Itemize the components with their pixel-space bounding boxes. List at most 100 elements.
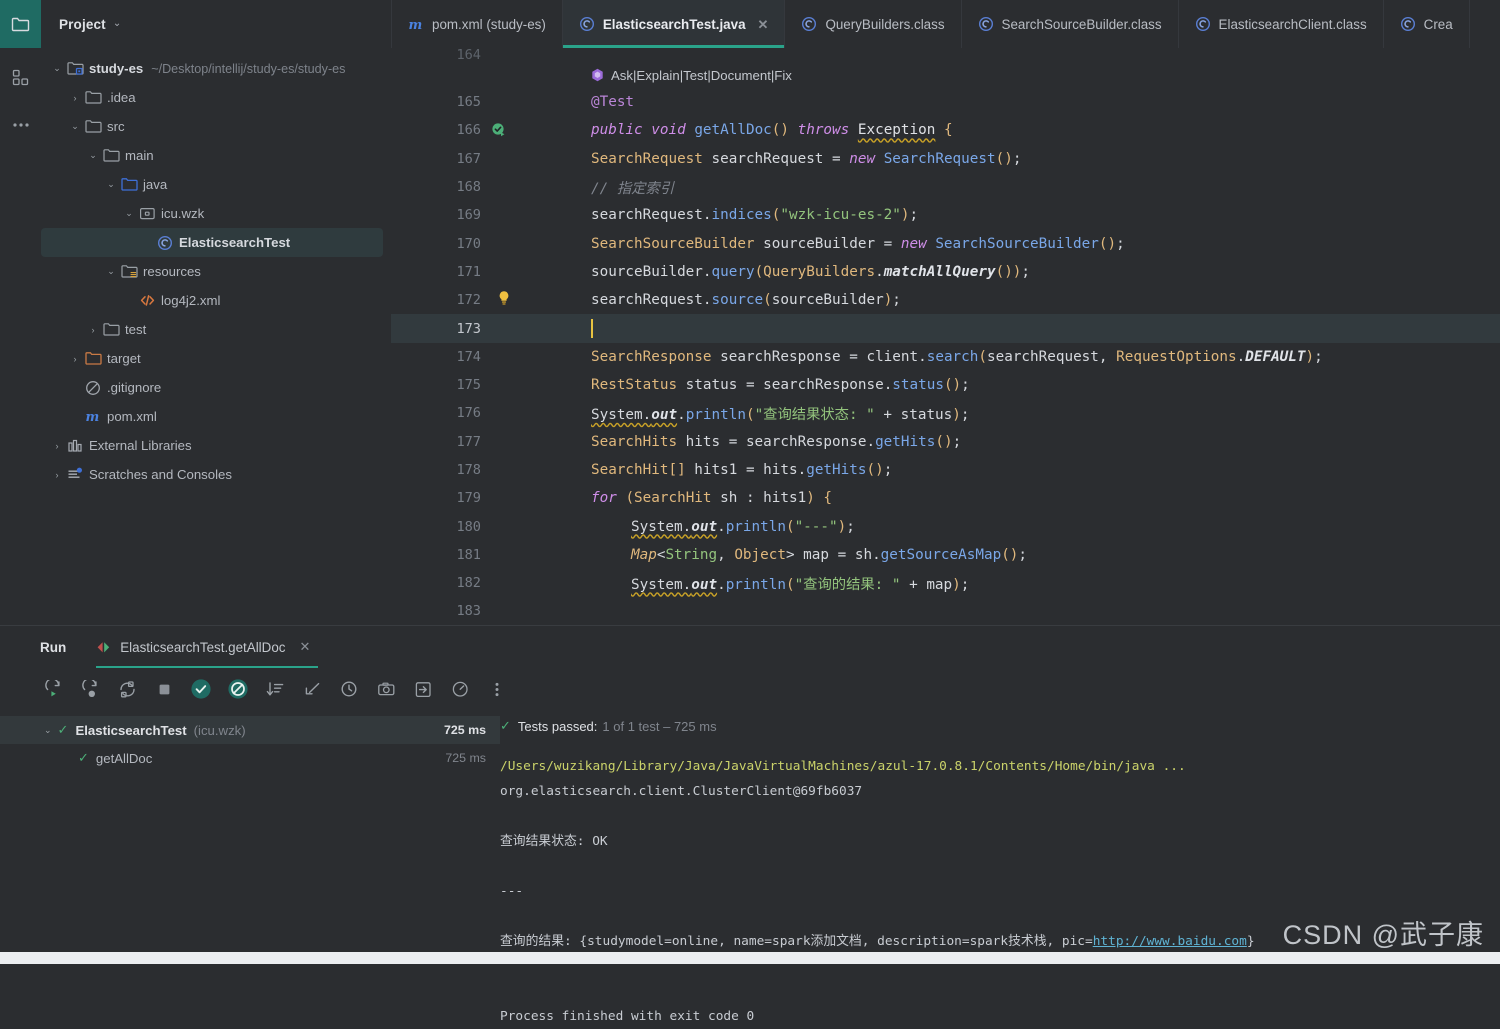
intention-bulb-icon[interactable] — [497, 290, 511, 310]
editor-tab-querybuilders-class[interactable]: QueryBuilders.class — [785, 0, 961, 48]
chevron-down-icon[interactable]: ⌄ — [121, 208, 137, 219]
top-bar: Project ⌄ mpom.xml (study-es) Elasticsea… — [0, 0, 1500, 48]
code-line-179[interactable]: 179for (SearchHit sh : hits1) { — [391, 484, 1500, 512]
code-line-177[interactable]: 177SearchHits hits = searchResponse.getH… — [391, 428, 1500, 456]
main-content-row: ⌄ study-es~/Desktop/intellij/study-es/st… — [0, 48, 1500, 625]
line-number: 181 — [391, 547, 491, 563]
code-line-174[interactable]: 174SearchResponse searchResponse = clien… — [391, 343, 1500, 371]
code-editor[interactable]: 164Ask|Explain|Test|Document|Fix165@Test… — [391, 48, 1500, 625]
tree-item-target[interactable]: › target — [41, 344, 391, 373]
code-line-172[interactable]: 172searchRequest.source(sourceBuilder); — [391, 286, 1500, 314]
more-options-icon[interactable] — [486, 678, 508, 700]
tree-item-pom-xml[interactable]: mpom.xml — [41, 402, 391, 431]
ai-action-test[interactable]: Test — [683, 68, 707, 83]
run-test-gutter-icon[interactable] — [491, 122, 507, 138]
code-text: // 指定索引 — [591, 177, 1500, 198]
tree-item-elasticsearchtest[interactable]: ElasticsearchTest — [41, 228, 383, 257]
import-tests-icon[interactable] — [412, 678, 434, 700]
close-icon[interactable]: ✕ — [758, 18, 769, 31]
ai-action-explain[interactable]: Explain — [636, 68, 679, 83]
chevron-down-icon[interactable]: ⌄ — [49, 63, 65, 74]
tree-item-scratches-and-consoles[interactable]: › Scratches and Consoles — [41, 460, 391, 489]
code-line-167[interactable]: 167SearchRequest searchRequest = new Sea… — [391, 145, 1500, 173]
chevron-down-icon[interactable]: ⌄ — [85, 150, 101, 161]
code-line-180[interactable]: 180System.out.println("---"); — [391, 512, 1500, 540]
chevron-right-icon[interactable]: › — [67, 93, 83, 103]
editor-tab-crea[interactable]: Crea — [1384, 0, 1470, 48]
profiler-icon[interactable] — [449, 678, 471, 700]
project-panel-header[interactable]: Project ⌄ — [41, 0, 391, 48]
code-line-173[interactable]: 173 — [391, 314, 1500, 342]
stop-icon[interactable] — [153, 678, 175, 700]
editor-tab-elasticsearchtest-java[interactable]: ElasticsearchTest.java✕ — [563, 0, 786, 48]
tree-item-label: src — [107, 119, 125, 134]
console-link[interactable]: http://www.baidu.com — [1093, 934, 1247, 949]
chevron-right-icon[interactable]: › — [49, 470, 65, 480]
chevron-down-icon[interactable]: ⌄ — [113, 19, 121, 29]
chevron-down-icon[interactable]: ⌄ — [44, 725, 52, 736]
tree-item-src[interactable]: ⌄ src — [41, 112, 391, 141]
code-line-182[interactable]: 182System.out.println("查询的结果: " + map); — [391, 569, 1500, 597]
tree-item-icu-wzk[interactable]: ⌄ icu.wzk — [41, 199, 391, 228]
line-number: 175 — [391, 377, 491, 393]
tree-item-resources[interactable]: ⌄ resources — [41, 257, 391, 286]
run-console[interactable]: ✓Tests passed:1 of 1 test – 725 ms/Users… — [500, 710, 1500, 1029]
ai-action-ask[interactable]: Ask — [611, 68, 633, 83]
chevron-down-icon[interactable]: ⌄ — [103, 179, 119, 190]
code-text: RestStatus status = searchResponse.statu… — [591, 377, 1500, 393]
tree-item-log4j2-xml[interactable]: log4j2.xml — [41, 286, 391, 315]
code-line-181[interactable]: 181Map<String, Object> map = sh.getSourc… — [391, 541, 1500, 569]
code-text: SearchRequest searchRequest = new Search… — [591, 151, 1500, 167]
code-line-166[interactable]: 166public void getAllDoc() throws Except… — [391, 116, 1500, 144]
tree-item--idea[interactable]: › .idea — [41, 83, 391, 112]
tree-item-label: External Libraries — [89, 438, 192, 453]
chevron-right-icon[interactable]: › — [49, 441, 65, 451]
show-passed-icon[interactable] — [190, 678, 212, 700]
test-history-icon[interactable] — [338, 678, 360, 700]
code-line-165[interactable]: 165@Test — [391, 88, 1500, 116]
test-result-row[interactable]: ⌄✓ElasticsearchTest(icu.wzk)725 ms — [0, 716, 500, 744]
export-snapshot-icon[interactable] — [375, 678, 397, 700]
chevron-right-icon[interactable]: › — [67, 354, 83, 364]
code-line-178[interactable]: 178SearchHit[] hits1 = hits.getHits(); — [391, 456, 1500, 484]
run-configuration-tab[interactable]: ElasticsearchTest.getAllDoc ✕ — [96, 626, 318, 668]
chevron-down-icon[interactable]: ⌄ — [67, 121, 83, 132]
code-line-171[interactable]: 171sourceBuilder.query(QueryBuilders.mat… — [391, 258, 1500, 286]
toggle-auto-test-icon[interactable] — [116, 678, 138, 700]
ai-action-fix[interactable]: Fix — [774, 68, 792, 83]
show-ignored-icon[interactable] — [227, 678, 249, 700]
code-line-175[interactable]: 175 RestStatus status = searchResponse.st… — [391, 371, 1500, 399]
tree-item-external-libraries[interactable]: › External Libraries — [41, 431, 391, 460]
tree-item-study-es[interactable]: ⌄ study-es~/Desktop/intellij/study-es/st… — [41, 54, 391, 83]
rerun-icon[interactable] — [42, 678, 64, 700]
rerun-failed-tests-icon[interactable] — [79, 678, 101, 700]
project-tool-window-icon[interactable] — [0, 0, 41, 48]
code-line-169[interactable]: 169searchRequest.indices("wzk-icu-es-2")… — [391, 201, 1500, 229]
tree-item--gitignore[interactable]: .gitignore — [41, 373, 391, 402]
code-line-168[interactable]: 168// 指定索引 — [391, 173, 1500, 201]
editor-tab-elasticsearchclient-class[interactable]: ElasticsearchClient.class — [1179, 0, 1384, 48]
close-icon[interactable]: ✕ — [299, 639, 310, 655]
editor-tab-searchsourcebuilder-class[interactable]: SearchSourceBuilder.class — [962, 0, 1179, 48]
ai-assistant-actions[interactable]: Ask|Explain|Test|Document|Fix — [591, 68, 1500, 83]
source-folder-icon — [119, 177, 139, 192]
more-tool-windows-icon[interactable] — [8, 112, 34, 138]
sort-by-duration-icon[interactable] — [264, 678, 286, 700]
tree-item-java[interactable]: ⌄ java — [41, 170, 391, 199]
folder-icon — [85, 90, 102, 105]
tree-item-main[interactable]: ⌄ main — [41, 141, 391, 170]
console-line: /Users/wuzikang/Library/Java/JavaVirtual… — [500, 754, 1500, 779]
activity-bar — [0, 48, 41, 625]
chevron-right-icon[interactable]: › — [85, 325, 101, 335]
structure-tool-window-icon[interactable] — [8, 64, 34, 90]
tree-item-label: target — [107, 351, 141, 366]
test-result-row[interactable]: ✓getAllDoc725 ms — [0, 744, 500, 772]
code-line-176[interactable]: 176System.out.println("查询结果状态: " + statu… — [391, 399, 1500, 427]
code-line-183[interactable]: 183 — [391, 597, 1500, 625]
code-line-170[interactable]: 170SearchSourceBuilder sourceBuilder = n… — [391, 229, 1500, 257]
editor-tab-pom-xml-study-es-[interactable]: mpom.xml (study-es) — [391, 0, 563, 48]
expand-collapse-icon[interactable] — [301, 678, 323, 700]
ai-action-document[interactable]: Document — [711, 68, 771, 83]
chevron-down-icon[interactable]: ⌄ — [103, 266, 119, 277]
tree-item-test[interactable]: › test — [41, 315, 391, 344]
